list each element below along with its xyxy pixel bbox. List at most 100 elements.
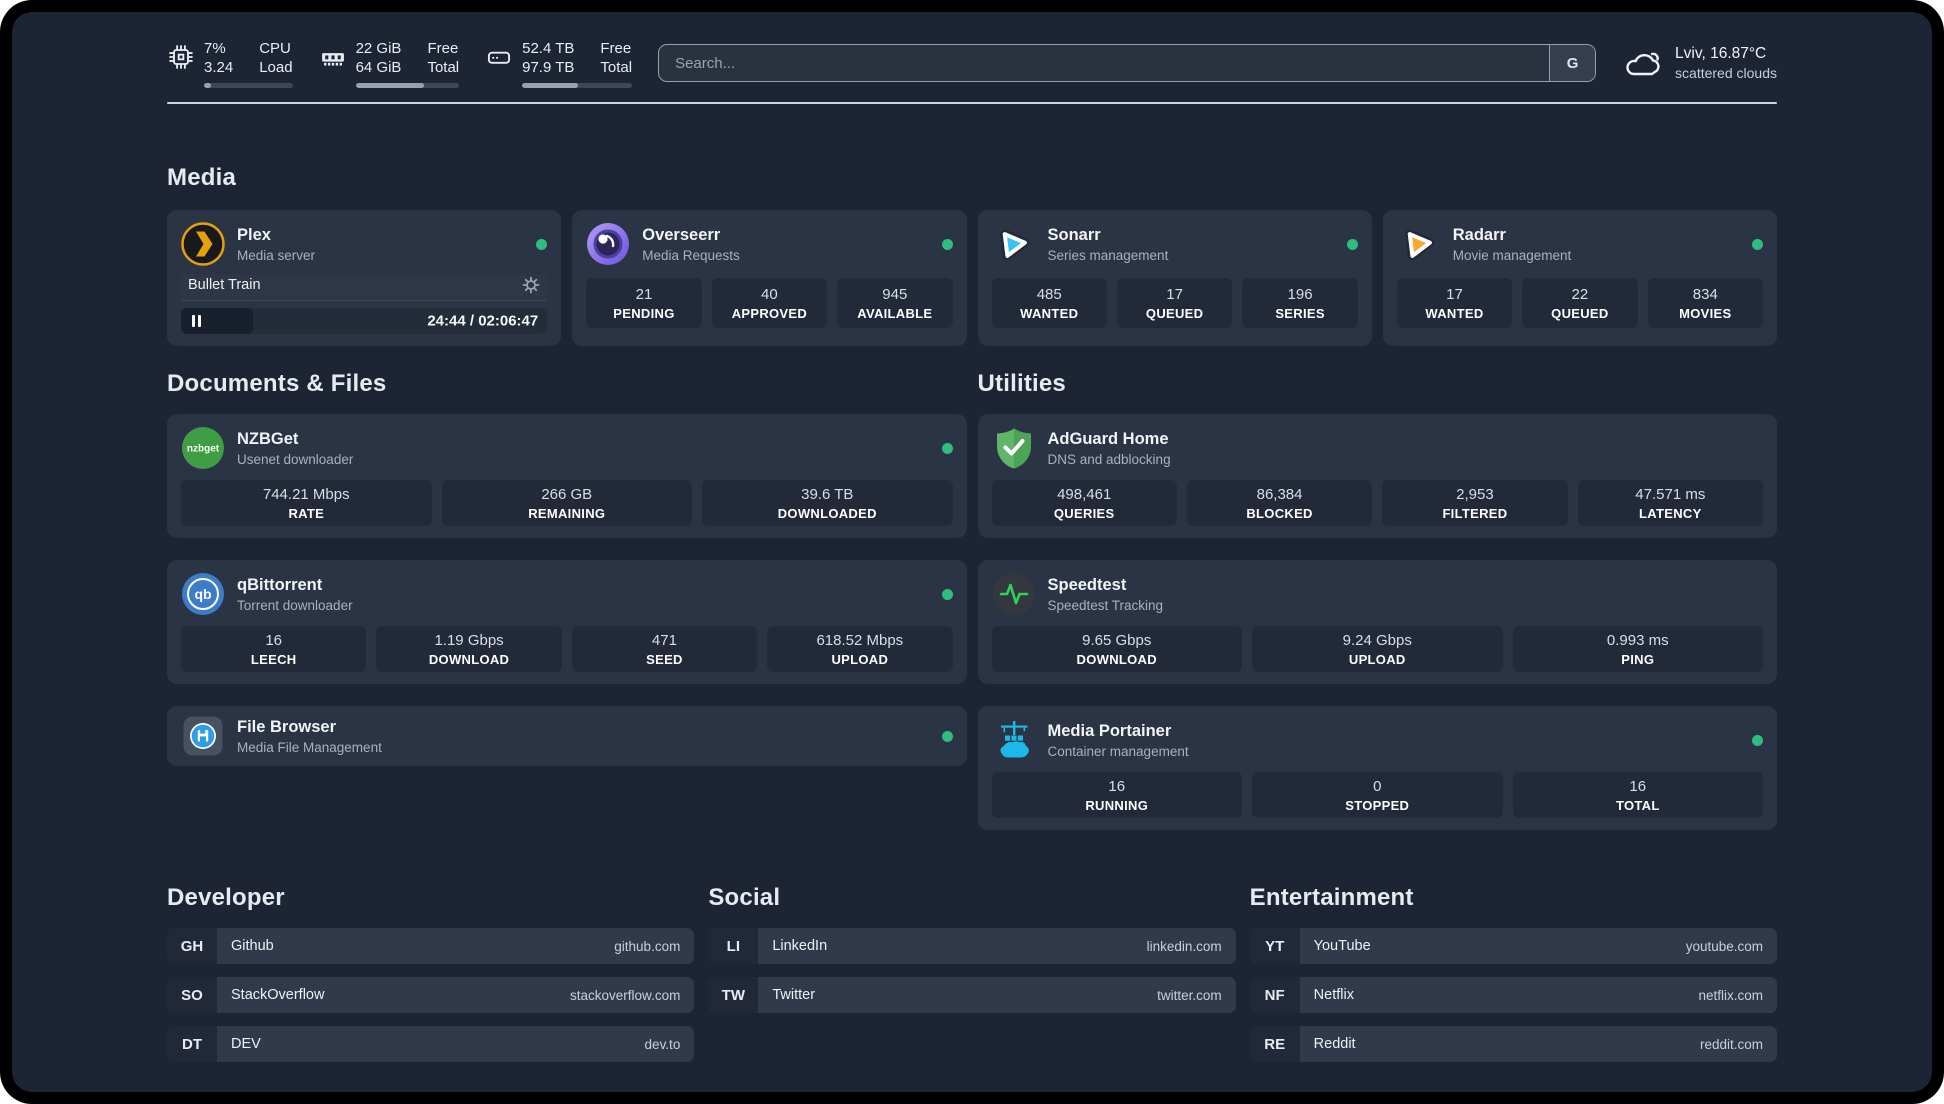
- disk-icon: [485, 43, 513, 71]
- stat-value: 0.993 ms: [1606, 631, 1669, 649]
- stat-label: BLOCKED: [1246, 505, 1313, 521]
- adguard-card[interactable]: AdGuard Home DNS and adblocking 498,461 …: [977, 414, 1777, 538]
- app-subtitle: Torrent downloader: [237, 597, 353, 613]
- app-subtitle: Movie management: [1452, 247, 1572, 263]
- bookmark-github[interactable]: GH Github github.com: [167, 928, 695, 964]
- radarr-icon: [1397, 222, 1441, 266]
- stat-box: 21 PENDING: [586, 278, 702, 328]
- bookmark-name: DEV: [231, 1036, 261, 1052]
- stat-value: 22: [1571, 285, 1589, 303]
- app-name: File Browser: [237, 717, 337, 736]
- utilities-column: Utilities AdGuard Home DNS and adblockin…: [977, 370, 1777, 830]
- cpu-chip-icon: [167, 43, 195, 71]
- stat-value: 618.52 Mbps: [816, 631, 904, 649]
- system-widgets: 7% 3.24 CPU Load 22 GiB 64 GiB Free Tota…: [167, 39, 633, 88]
- overseerr-card[interactable]: Overseerr Media Requests 21 PENDING 40 A…: [572, 210, 967, 346]
- nzbget-card[interactable]: nzbget NZBGet Usenet downloader 744.21 M…: [167, 414, 967, 538]
- ram-free-value: 22 GiB: [355, 39, 402, 57]
- bookmark-name: Reddit: [1313, 1036, 1356, 1052]
- stat-value: 9.24 Gbps: [1342, 631, 1412, 649]
- developer-bookmarks: Developer GH Github github.com SO StackO…: [167, 884, 695, 1075]
- stat-value: 40: [761, 285, 778, 303]
- stat-value: 86,384: [1256, 485, 1303, 503]
- bookmark-name: StackOverflow: [231, 987, 325, 1003]
- stat-box: 196 SERIES: [1242, 278, 1358, 328]
- bookmark-youtube[interactable]: YT YouTube youtube.com: [1249, 928, 1777, 964]
- bookmark-twitter[interactable]: TW Twitter twitter.com: [708, 977, 1236, 1013]
- qbittorrent-card[interactable]: qb qBittorrent Torrent downloader 16 LEE…: [167, 560, 967, 684]
- filebrowser-card[interactable]: File Browser Media File Management: [167, 706, 967, 766]
- playback-progress-fill: [181, 308, 253, 334]
- search-input[interactable]: [659, 45, 1550, 81]
- pause-icon[interactable]: [192, 315, 195, 327]
- bookmark-stackoverflow[interactable]: SO StackOverflow stackoverflow.com: [167, 977, 695, 1013]
- stat-value: 16: [1108, 777, 1126, 795]
- entertainment-section-title: Entertainment: [1249, 884, 1414, 911]
- stat-value: 0: [1373, 777, 1382, 795]
- bookmark-url: netflix.com: [1698, 987, 1763, 1003]
- stat-box: 834 MOVIES: [1647, 278, 1764, 328]
- status-dot: [941, 730, 953, 742]
- filebrowser-icon: [181, 714, 225, 758]
- app-name: qBittorrent: [237, 575, 323, 594]
- stat-label: APPROVED: [731, 305, 808, 321]
- disk-total-label: Total: [600, 58, 633, 76]
- sonarr-card[interactable]: Sonarr Series management 485 WANTED 17 Q…: [977, 210, 1372, 346]
- stat-label: RATE: [288, 505, 325, 521]
- app-name: Overseerr: [642, 225, 721, 244]
- window-frame: 7% 3.24 CPU Load 22 GiB 64 GiB Free Tota…: [0, 0, 1944, 1104]
- speedtest-card[interactable]: Speedtest Speedtest Tracking 9.65 Gbps D…: [977, 560, 1777, 684]
- ram-total-label: Total: [427, 58, 460, 76]
- gear-icon[interactable]: [522, 276, 540, 294]
- bookmark-abbr: RE: [1249, 1026, 1300, 1062]
- stat-label: SEED: [646, 651, 683, 667]
- app-name: NZBGet: [237, 429, 299, 448]
- stat-value: 39.6 TB: [801, 485, 854, 503]
- search-engine-button[interactable]: G: [1549, 45, 1596, 81]
- bookmark-netflix[interactable]: NF Netflix netflix.com: [1249, 977, 1777, 1013]
- playback-progress-track: 24:44 / 02:06:47: [181, 308, 548, 334]
- bookmark-url: stackoverflow.com: [570, 987, 681, 1003]
- stat-label: TOTAL: [1615, 797, 1660, 813]
- app-subtitle: DNS and adblocking: [1047, 451, 1171, 467]
- bookmark-abbr: GH: [167, 928, 217, 964]
- ram-icon: [319, 43, 347, 71]
- stat-box: 498,461 QUERIES: [991, 480, 1177, 526]
- app-name: Speedtest: [1047, 575, 1127, 594]
- stat-value: 744.21 Mbps: [262, 485, 350, 503]
- bookmark-abbr: SO: [167, 977, 217, 1013]
- plex-card[interactable]: Plex Media server Bullet Train 24:44 / 0…: [167, 210, 562, 346]
- stat-box: 17 QUEUED: [1116, 278, 1233, 328]
- weather-location-temp: Lviv, 16.87°C: [1675, 45, 1767, 62]
- radarr-card[interactable]: Radarr Movie management 17 WANTED 22 QUE…: [1382, 210, 1777, 346]
- bookmark-dev[interactable]: DT DEV dev.to: [167, 1026, 695, 1062]
- documents-section-title: Documents & Files: [167, 370, 387, 397]
- bookmark-url: twitter.com: [1157, 987, 1222, 1003]
- status-dot: [1752, 734, 1763, 746]
- stat-box: 16 TOTAL: [1512, 772, 1763, 818]
- stat-value: 16: [1629, 777, 1647, 795]
- stat-box: 86,384 BLOCKED: [1186, 480, 1373, 526]
- plex-icon: [181, 222, 225, 266]
- stat-label: QUEUED: [1145, 305, 1204, 321]
- stat-value: 266 GB: [541, 485, 593, 503]
- stat-box: 17 WANTED: [1396, 278, 1513, 328]
- entertainment-bookmarks: Entertainment YT YouTube youtube.com NF …: [1249, 884, 1777, 1075]
- stat-box: 16 RUNNING: [991, 772, 1242, 818]
- cpu-widget: 7% 3.24 CPU Load: [167, 39, 293, 88]
- app-subtitle: Usenet downloader: [237, 451, 354, 467]
- stat-box: 47.571 ms LATENCY: [1577, 480, 1763, 526]
- bookmark-reddit[interactable]: RE Reddit reddit.com: [1249, 1026, 1777, 1062]
- stat-box: 16 LEECH: [181, 626, 367, 672]
- app-name: Sonarr: [1047, 225, 1101, 244]
- stat-label: RUNNING: [1085, 797, 1149, 813]
- stat-label: MOVIES: [1679, 305, 1732, 321]
- bookmark-name: Netflix: [1313, 987, 1354, 1003]
- bookmark-url: github.com: [614, 938, 681, 954]
- portainer-card[interactable]: Media Portainer Container management 16 …: [977, 706, 1777, 830]
- bookmark-abbr: NF: [1249, 977, 1300, 1013]
- now-playing-row: Bullet Train: [181, 274, 548, 301]
- bookmark-linkedin[interactable]: LI LinkedIn linkedin.com: [708, 928, 1236, 964]
- qbittorrent-icon: qb: [181, 572, 225, 616]
- stat-value: 2,953: [1456, 485, 1494, 503]
